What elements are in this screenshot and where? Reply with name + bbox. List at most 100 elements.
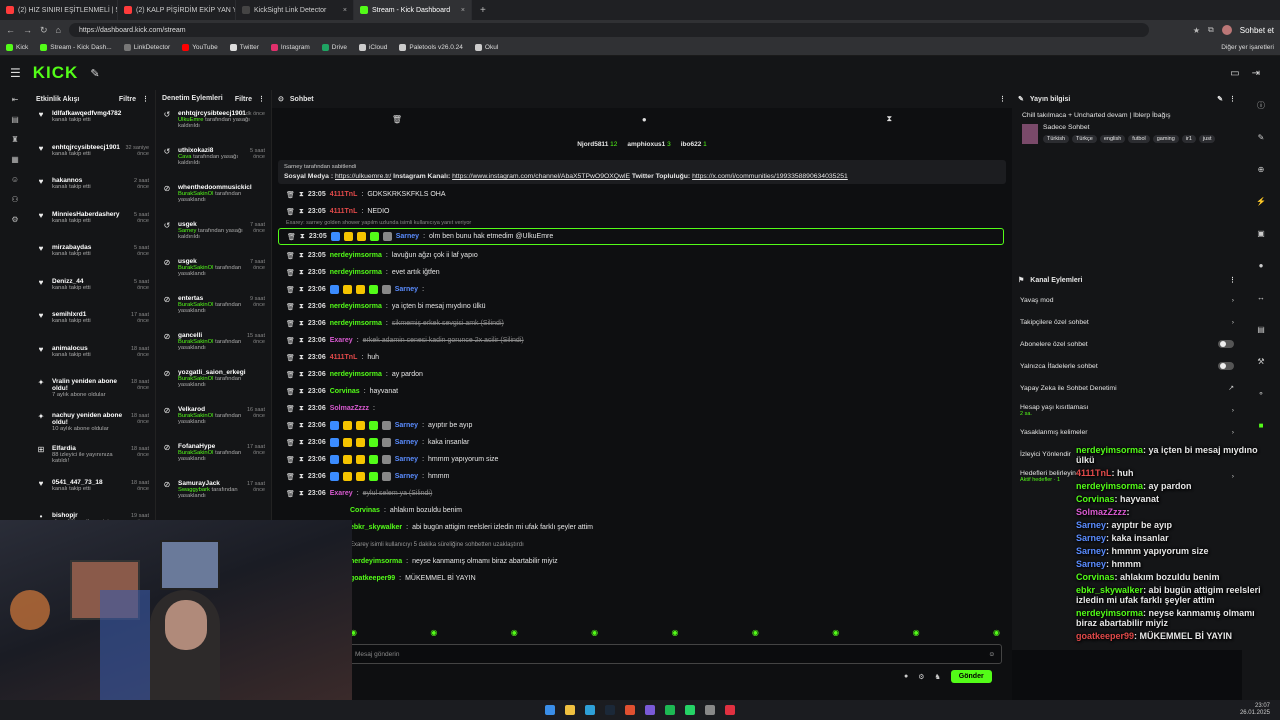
bookmark-item[interactable]: Paletools v26.0.24 <box>399 44 463 51</box>
timeout-icon[interactable]: ⧗ <box>299 456 304 464</box>
emote-icon[interactable]: ◉ <box>672 628 679 637</box>
avatar[interactable] <box>1221 25 1232 35</box>
message-user[interactable]: nerdeyimsorma <box>330 252 382 259</box>
users-icon[interactable]: ⚇ <box>0 190 30 210</box>
activity-name[interactable]: bishopjr <box>52 512 130 519</box>
browser-tab[interactable]: KickSight Link Detector × <box>236 0 354 20</box>
community-icon[interactable]: ☺ <box>0 170 30 190</box>
bookmark-item[interactable]: Okul <box>474 44 498 51</box>
stream-tag[interactable]: futbol <box>1128 135 1150 143</box>
expand-icon[interactable]: ⇤ <box>0 90 30 110</box>
activity-name[interactable]: MinniesHaberdashery <box>52 211 130 218</box>
app-icon[interactable] <box>725 705 735 715</box>
timeout-icon[interactable]: ⧗ <box>299 354 304 362</box>
channel-action-row[interactable]: Yalnızca İfadelerle sohbet <box>1012 355 1242 377</box>
activity-name[interactable]: semihlxrd1 <box>52 311 130 318</box>
channel-action-row[interactable]: Abonelere özel sohbet <box>1012 333 1242 355</box>
menu-icon[interactable]: ☰ <box>10 66 21 80</box>
delete-icon[interactable]: 🗑 <box>286 208 295 216</box>
message-user[interactable]: Sarney <box>395 456 418 463</box>
pinned-link-instagram[interactable]: https://www.instagram.com/channel/AbaX5T… <box>452 173 630 180</box>
bookmark-item[interactable]: Instagram <box>270 44 310 51</box>
delete-icon[interactable]: 🗑 <box>287 233 296 241</box>
delete-icon[interactable]: 🗑 <box>286 303 295 311</box>
close-icon[interactable]: × <box>343 7 347 14</box>
message-user[interactable]: SolmazZzzz <box>330 405 369 412</box>
activity-name[interactable]: animalocus <box>52 345 130 352</box>
activity-name[interactable]: ldlfafkawqedfvmg4782 <box>52 110 130 117</box>
emote-icon[interactable]: ◉ <box>511 628 518 637</box>
kick-logo[interactable]: KICK <box>33 63 79 83</box>
top-chatter[interactable]: amphioxus1 3 <box>627 141 670 148</box>
channel-action-row[interactable]: Yapay Zeka ile Sohbet Denetimi ↗ <box>1012 377 1242 399</box>
exit-icon[interactable]: ⇥ <box>1252 68 1270 79</box>
bookmark-item[interactable]: YouTube <box>182 44 218 51</box>
timeout-icon[interactable]: ⧗ <box>299 490 304 498</box>
activity-name[interactable]: 0541_447_73_18 <box>52 479 130 486</box>
timeout-icon[interactable]: ⧗ <box>299 388 304 396</box>
layout-icon[interactable]: ▤ <box>1242 314 1280 346</box>
message-icon[interactable]: ● <box>642 115 647 124</box>
message-user[interactable]: Sarney <box>395 439 418 446</box>
message-user[interactable]: Sarney <box>395 422 418 429</box>
message-user[interactable]: nerdeyimsorma <box>330 371 382 378</box>
profile-chat-button[interactable]: Sohbet et <box>1240 26 1274 35</box>
flash-icon[interactable]: ⚡ <box>1242 186 1280 218</box>
more-icon[interactable]: ⋮ <box>142 95 149 103</box>
pinned-link-twitter[interactable]: https://x.com/i/communities/199335889063… <box>692 173 848 180</box>
activity-name[interactable]: enhtqjrcysibteecj1901 <box>52 144 130 151</box>
steam-icon[interactable] <box>605 705 615 715</box>
browser-tab[interactable]: (2) HIZ SINIRI EŞİTLENMELİ | 5Sni× <box>0 0 118 20</box>
message-user[interactable]: nerdeyimsorma <box>330 320 382 327</box>
pin-icon[interactable]: ✎ <box>90 67 99 80</box>
send-button[interactable]: Gönder <box>950 670 992 683</box>
emote-icon[interactable]: ◉ <box>591 628 598 637</box>
moderation-filter-button[interactable]: Filtre <box>235 96 252 103</box>
activity-name[interactable]: Denizz_44 <box>52 278 130 285</box>
bookmark-item[interactable]: Stream - Kick Dash... <box>40 44 112 51</box>
bookmark-item[interactable]: Twitter <box>229 44 259 51</box>
message-user[interactable]: 4111TnL <box>330 191 358 198</box>
delete-icon[interactable]: 🗑 <box>286 286 295 294</box>
game-icon[interactable]: ■ <box>1242 410 1280 442</box>
more-icon[interactable]: ⋮ <box>1229 276 1236 284</box>
emote-icon[interactable]: ◉ <box>913 628 920 637</box>
edit-icon[interactable]: ✎ <box>1217 95 1223 103</box>
stream-tag[interactable]: english <box>1099 135 1126 143</box>
emote-icon[interactable]: ◉ <box>993 628 1000 637</box>
stream-tag[interactable]: ir1 <box>1181 135 1196 143</box>
message-user[interactable]: nerdeyimsorma <box>330 269 382 276</box>
expand-icon[interactable]: ↔ <box>1242 282 1280 314</box>
trophy-icon[interactable]: ♜ <box>0 130 30 150</box>
more-icon[interactable]: ⋮ <box>1229 95 1236 103</box>
message-user[interactable]: goatkeeper99 <box>350 575 395 582</box>
delete-icon[interactable]: 🗑 <box>286 473 295 481</box>
delete-icon[interactable]: 🗑 <box>286 422 295 430</box>
library-icon[interactable]: ▦ <box>0 150 30 170</box>
whatsapp-icon[interactable] <box>685 705 695 715</box>
bookmark-item[interactable]: Drive <box>321 44 347 51</box>
activity-name[interactable]: Elfardia <box>52 445 130 452</box>
emote-icon[interactable]: ◉ <box>430 628 437 637</box>
star-icon[interactable]: ★ <box>1193 26 1200 35</box>
timeout-icon[interactable]: ⧗ <box>299 269 304 277</box>
top-chatter[interactable]: ibo622 1 <box>681 141 707 148</box>
message-user[interactable]: Corvinas <box>330 388 360 395</box>
tools-icon[interactable]: ⚒ <box>1242 346 1280 378</box>
delete-icon[interactable]: 🗑 <box>286 320 295 328</box>
hourglass-icon[interactable]: ⧗ <box>886 114 892 124</box>
target-icon[interactable]: ⊕ <box>1242 154 1280 186</box>
timeout-icon[interactable]: ⧗ <box>299 191 304 199</box>
delete-icon[interactable]: 🗑 <box>286 371 295 379</box>
emote-icon[interactable]: ◉ <box>752 628 759 637</box>
home-icon[interactable]: ⌂ <box>56 25 61 35</box>
timeout-icon[interactable]: ⧗ <box>299 337 304 345</box>
timeout-icon[interactable]: ⧗ <box>299 286 304 294</box>
activity-filter-button[interactable]: Filtre <box>119 96 136 103</box>
more-icon[interactable]: ⋮ <box>258 95 265 103</box>
message-user[interactable]: Sarney <box>395 473 418 480</box>
stream-tag[interactable]: gaming <box>1152 135 1179 143</box>
top-chatter[interactable]: Njord5811 12 <box>577 141 617 148</box>
emote-icon[interactable]: ◉ <box>832 628 839 637</box>
moderation-user[interactable]: yozgatli_saion_erkegi <box>178 369 258 376</box>
